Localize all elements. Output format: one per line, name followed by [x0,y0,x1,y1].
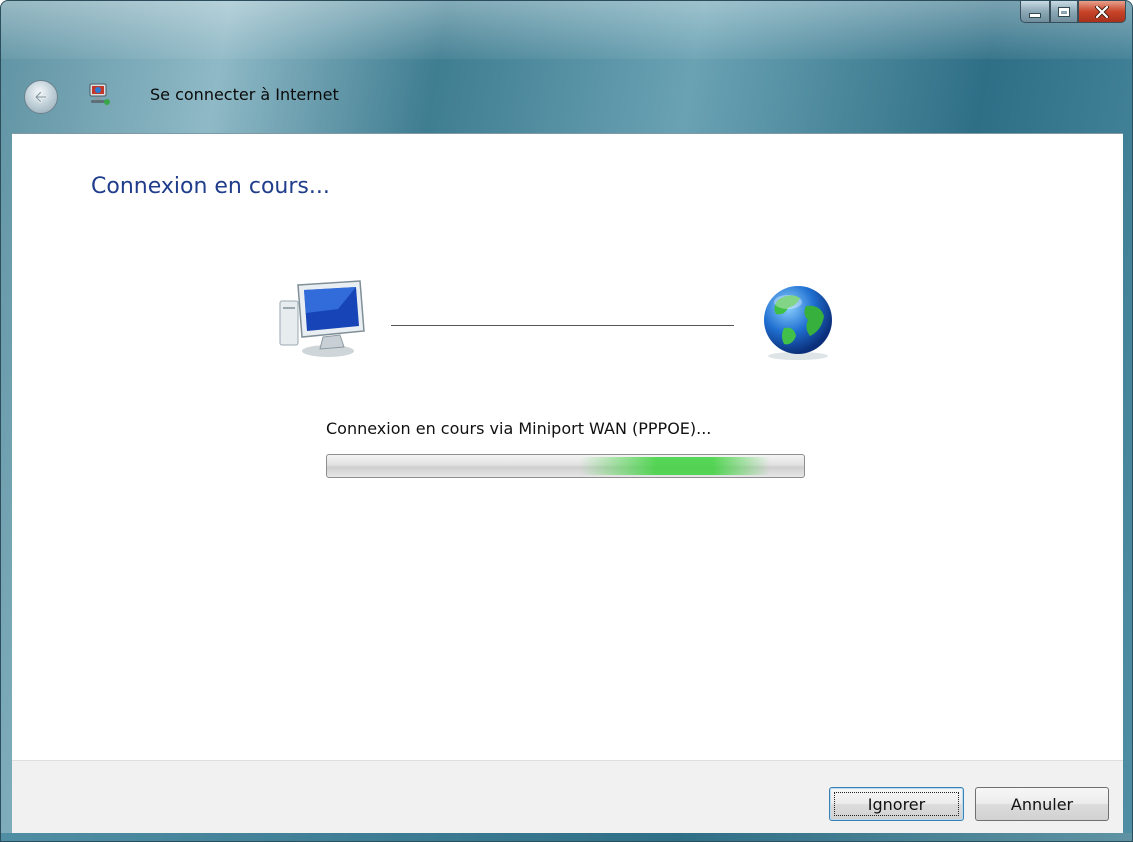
window-title: Se connecter à Internet [150,85,339,104]
network-connect-icon [89,83,110,105]
progress-bar [326,454,805,478]
window-controls [1020,1,1126,23]
maximize-button[interactable] [1050,1,1078,23]
back-button[interactable] [24,80,58,114]
dialog-window: Se connecter à Internet Connexion en cou… [0,0,1133,842]
titlebar [1,1,1132,59]
close-icon [1095,5,1109,18]
minimize-icon [1029,12,1041,18]
footer-bar: Ignorer Annuler [12,760,1123,834]
minimize-button[interactable] [1020,1,1050,23]
close-button[interactable] [1078,1,1126,23]
status-text: Connexion en cours via Miniport WAN (PPP… [326,419,712,438]
cancel-button-label: Annuler [1010,794,1074,814]
cancel-button[interactable]: Annuler [975,787,1109,821]
page-heading: Connexion en cours... [91,174,330,199]
content-area: Connexion en cours... Connexion en cours… [12,133,1123,760]
back-arrow-icon [34,91,48,103]
connection-line [391,325,734,326]
globe-icon [764,286,832,360]
progress-marquee [580,457,770,475]
focus-ring [834,792,959,816]
window-frame-bottom [1,833,1132,841]
computer-icon [279,280,365,357]
maximize-icon [1058,6,1070,17]
ignore-button[interactable]: Ignorer [829,787,964,821]
